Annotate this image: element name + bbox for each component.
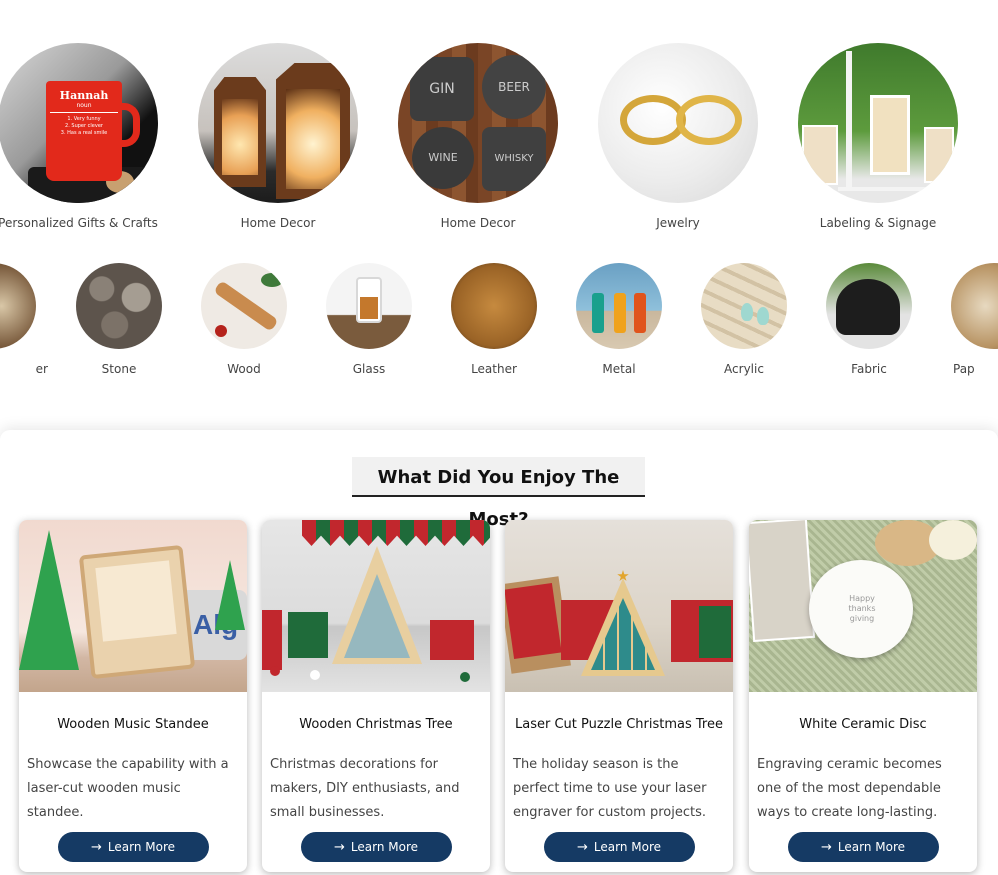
- arrow-right-icon: →: [333, 840, 345, 855]
- card-white-ceramic-disc[interactable]: Happy thanks giving White Ceramic Disc E…: [749, 520, 977, 872]
- material-stone[interactable]: Stone: [64, 263, 174, 376]
- card-description: The holiday season is the perfect time t…: [513, 757, 707, 820]
- card-wooden-christmas-tree[interactable]: Wooden Christmas Tree Christmas decorati…: [262, 520, 490, 872]
- coaster-whisky: WHISKY: [482, 127, 546, 191]
- material-item[interactable]: er: [0, 263, 48, 376]
- coaster-wine: WINE: [412, 127, 474, 189]
- category-labeling-signage[interactable]: Labeling & Signage: [778, 43, 978, 230]
- material-row: er Stone Wood Glass Leather Metal Acryli…: [0, 263, 998, 393]
- wooden-lanterns-photo: [198, 43, 358, 203]
- learn-more-button[interactable]: → Learn More: [787, 832, 939, 862]
- card-laser-cut-puzzle-tree[interactable]: Laser Cut Puzzle Christmas Tree The holi…: [505, 520, 733, 872]
- wood-photo: [201, 263, 287, 349]
- arrow-right-icon: →: [820, 840, 832, 855]
- ceramic-disc-photo: Happy thanks giving: [749, 520, 977, 692]
- card-title: Wooden Christmas Tree: [299, 717, 453, 732]
- fabric-photo: [826, 263, 912, 349]
- paper-photo: [951, 263, 998, 349]
- card-wooden-music-standee[interactable]: Alg Wooden Music Standee Showcase the ca…: [19, 520, 247, 872]
- category-personalized-gifts[interactable]: Hannah noun 1. Very funny 2. Super cleve…: [0, 43, 178, 230]
- material-fabric[interactable]: Fabric: [814, 263, 924, 376]
- category-label: Labeling & Signage: [819, 216, 937, 230]
- arrow-right-icon: →: [90, 840, 102, 855]
- material-label: Leather: [471, 362, 517, 376]
- material-paper[interactable]: Pap: [939, 263, 998, 376]
- section-title: What Did You Enjoy The Most?: [352, 457, 645, 530]
- mug-line: 2. Super clever: [65, 123, 103, 129]
- category-label: Home Decor: [240, 216, 316, 230]
- card-title: White Ceramic Disc: [799, 717, 927, 732]
- mug-name-text: Hannah: [59, 89, 109, 102]
- material-label: Glass: [352, 362, 386, 376]
- material-label: er: [35, 362, 48, 376]
- button-label: Learn More: [593, 840, 661, 854]
- material-acrylic[interactable]: Acrylic: [689, 263, 799, 376]
- category-label: Personalized Gifts & Crafts: [0, 216, 158, 230]
- slate-coasters-photo: GIN BEER WINE WHISKY: [398, 43, 558, 203]
- material-metal[interactable]: Metal: [564, 263, 674, 376]
- card-title: Laser Cut Puzzle Christmas Tree: [514, 717, 723, 732]
- plate-engraving-text: Happy thanks giving: [848, 594, 876, 623]
- category-row: Hannah noun 1. Very funny 2. Super cleve…: [0, 0, 998, 250]
- learn-more-button[interactable]: → Learn More: [57, 832, 209, 862]
- material-leather[interactable]: Leather: [439, 263, 549, 376]
- music-standee-photo: Alg: [19, 520, 247, 692]
- material-glass[interactable]: Glass: [314, 263, 424, 376]
- material-label: Metal: [602, 362, 636, 376]
- learn-more-button[interactable]: → Learn More: [543, 832, 695, 862]
- paper-cut-photo: [0, 263, 36, 349]
- metal-photo: [576, 263, 662, 349]
- material-label: Acrylic: [724, 362, 764, 376]
- gold-rings-photo: [598, 43, 758, 203]
- mug-sub-text: noun: [76, 102, 92, 109]
- mug-line: 1. Very funny: [67, 116, 101, 122]
- material-label: Wood: [227, 362, 261, 376]
- arrow-right-icon: →: [576, 840, 588, 855]
- mug-line: 3. Has a real smile: [60, 130, 108, 136]
- card-description: Christmas decorations for makers, DIY en…: [270, 757, 460, 820]
- material-wood[interactable]: Wood: [189, 263, 299, 376]
- puzzle-christmas-tree-photo: [505, 520, 733, 692]
- stone-photo: [76, 263, 162, 349]
- coaster-gin: GIN: [410, 57, 474, 121]
- material-label: Stone: [101, 362, 137, 376]
- category-jewelry[interactable]: Jewelry: [578, 43, 778, 230]
- card-title: Wooden Music Standee: [57, 717, 209, 732]
- category-label: Home Decor: [440, 216, 516, 230]
- category-label: Jewelry: [656, 216, 700, 230]
- wooden-christmas-tree-photo: [262, 520, 490, 692]
- red-mug-photo: Hannah noun 1. Very funny 2. Super cleve…: [0, 43, 158, 203]
- signage-photo: [798, 43, 958, 203]
- category-home-decor-coasters[interactable]: GIN BEER WINE WHISKY Home Decor: [378, 43, 578, 230]
- button-label: Learn More: [350, 840, 418, 854]
- acrylic-photo: [701, 263, 787, 349]
- coaster-beer: BEER: [482, 55, 546, 119]
- material-label: Pap: [953, 362, 975, 376]
- learn-more-button[interactable]: → Learn More: [300, 832, 452, 862]
- card-description: Engraving ceramic becomes one of the mos…: [757, 757, 942, 820]
- card-description: Showcase the capability with a laser-cut…: [27, 757, 229, 820]
- button-label: Learn More: [837, 840, 905, 854]
- material-label: Fabric: [851, 362, 887, 376]
- leather-photo: [451, 263, 537, 349]
- category-home-decor[interactable]: Home Decor: [178, 43, 378, 230]
- glass-photo: [326, 263, 412, 349]
- button-label: Learn More: [107, 840, 175, 854]
